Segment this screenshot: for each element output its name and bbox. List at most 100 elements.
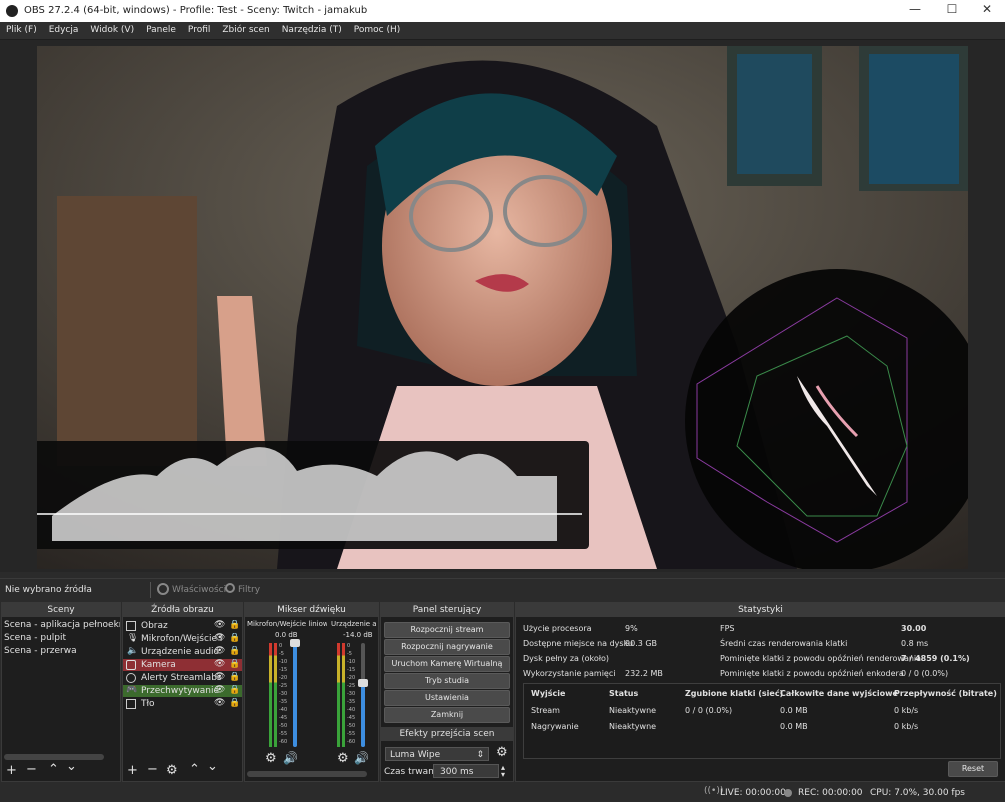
lock-icon[interactable]: 🔒	[229, 646, 240, 657]
volume-fader[interactable]	[358, 643, 368, 747]
move-down-icon[interactable]: ⌄	[66, 759, 77, 774]
source-label: Przechwytywanie	[141, 686, 220, 696]
status-bar: ((•)) LIVE: 00:00:00 REC: 00:00:00 CPU: …	[0, 783, 1005, 802]
start-recording-button[interactable]: Rozpocznij nagrywanie	[384, 639, 510, 655]
close-button[interactable]: ✕	[972, 2, 1002, 20]
menu-edit[interactable]: Edycja	[43, 22, 85, 35]
meter-tick-label: -55	[279, 731, 288, 737]
studio-mode-button[interactable]: Tryb studia	[384, 673, 510, 689]
meter-tick-label: -30	[279, 691, 288, 697]
eye-icon[interactable]: 👁	[214, 646, 225, 657]
mixer-scrollbar[interactable]	[247, 771, 367, 777]
volume-icon[interactable]: 🔊	[354, 751, 369, 765]
lock-icon[interactable]: 🔒	[229, 659, 240, 670]
filters-button[interactable]: Filtry	[238, 585, 260, 595]
gear-icon[interactable]: ⚙	[166, 763, 178, 778]
eye-icon[interactable]: 👁	[214, 672, 225, 683]
table-header: Status	[609, 689, 639, 698]
menu-docks[interactable]: Panele	[140, 22, 182, 35]
scenes-scrollbar[interactable]	[4, 754, 104, 760]
scene-item[interactable]: Scena - pulpit	[4, 632, 66, 644]
stat-label: Średni czas renderowania klatki	[720, 639, 848, 648]
spinner-icon[interactable]: ▴ ▾	[501, 764, 505, 779]
start-streaming-button[interactable]: Rozpocznij stream	[384, 622, 510, 638]
meter-bar	[337, 643, 340, 747]
exit-button[interactable]: Zamknij	[384, 707, 510, 723]
sources-dock: Źródła obrazu Obraz 👁 🔒 🎙 Mikrofon/Wejście …	[122, 602, 243, 782]
start-virtual-camera-button[interactable]: Uruchom Kamerę Wirtualną	[384, 656, 510, 672]
maximize-button[interactable]: ☐	[937, 2, 967, 20]
program-preview[interactable]	[37, 46, 968, 569]
lock-icon[interactable]: 🔒	[229, 672, 240, 683]
volume-icon[interactable]: 🔊	[283, 751, 298, 765]
outputs-table: Wyjście Status Zgubione klatki (sieć) Ca…	[523, 683, 1001, 759]
filter-icon	[225, 583, 235, 593]
meter-tick-label: -10	[347, 659, 356, 665]
title-bar: OBS 27.2.4 (64-bit, windows) - Profile: …	[0, 0, 1005, 22]
sources-title: Źródła obrazu	[123, 603, 242, 617]
scene-item[interactable]: Scena - aplikacja pełnoekranc	[4, 619, 120, 631]
menu-file[interactable]: Plik (F)	[0, 22, 43, 35]
lock-icon[interactable]: 🔒	[229, 698, 240, 709]
table-cell: Stream	[531, 706, 560, 715]
meter-tick-label: -5	[347, 651, 352, 657]
source-row[interactable]: Kamera 👁 🔒	[123, 659, 242, 671]
move-up-icon[interactable]: ⌃	[48, 762, 59, 777]
menu-scene-collection[interactable]: Zbiór scen	[216, 22, 275, 35]
gear-icon[interactable]: ⚙	[337, 751, 349, 766]
source-row[interactable]: Obraz 👁 🔒	[123, 620, 242, 632]
table-cell: 0 kb/s	[894, 722, 919, 731]
eye-icon[interactable]: 👁	[214, 620, 225, 631]
controls-title: Panel sterujący	[381, 603, 513, 617]
source-row[interactable]: Tło 👁 🔒	[123, 698, 242, 710]
remove-source-icon[interactable]: −	[147, 762, 158, 777]
move-down-icon[interactable]: ⌄	[207, 759, 218, 774]
reset-button[interactable]: Reset	[948, 761, 998, 777]
stat-value: 7 / 4859 (0.1%)	[901, 654, 970, 663]
lock-icon[interactable]: 🔒	[229, 685, 240, 696]
menu-help[interactable]: Pomoc (H)	[348, 22, 407, 35]
menu-view[interactable]: Widok (V)	[84, 22, 140, 35]
menu-tools[interactable]: Narzędzia (T)	[276, 22, 348, 35]
table-cell: 0 / 0 (0.0%)	[685, 706, 733, 715]
eye-icon[interactable]: 👁	[214, 698, 225, 709]
meter-tick-label: -25	[347, 683, 356, 689]
meter-tick-label: -45	[279, 715, 288, 721]
source-row[interactable]: 🎮 Przechwytywanie 👁 🔒	[123, 685, 242, 697]
duration-input[interactable]: 300 ms	[433, 764, 499, 778]
minimize-button[interactable]: —	[900, 2, 930, 20]
stat-label: Wykorzystanie pamięci	[523, 669, 616, 678]
meter-tick-label: -20	[347, 675, 356, 681]
eye-icon[interactable]: 👁	[214, 659, 225, 670]
mixer-channel-name: Mikrofon/Wejście liniowe	[247, 620, 327, 628]
source-row[interactable]: 🔈 Urządzenie audio 👁 🔒	[123, 646, 242, 658]
preview-image	[37, 46, 968, 569]
gear-icon[interactable]: ⚙	[265, 751, 277, 766]
lock-icon[interactable]: 🔒	[229, 633, 240, 644]
source-label: Urządzenie audio	[141, 647, 220, 657]
eye-icon[interactable]: 👁	[214, 633, 225, 644]
eye-icon[interactable]: 👁	[214, 685, 225, 696]
gear-icon[interactable]: ⚙	[496, 745, 508, 760]
meter-tick-label: -60	[347, 739, 356, 745]
source-label: Tło	[141, 699, 155, 709]
transition-select[interactable]: Luma Wipe ⇕	[385, 747, 489, 761]
source-row[interactable]: Alerty Streamlabs 👁 🔒	[123, 672, 242, 684]
table-cell: Nieaktywne	[609, 706, 657, 715]
add-source-icon[interactable]: +	[127, 763, 138, 778]
move-up-icon[interactable]: ⌃	[189, 762, 200, 777]
table-header: Całkowite dane wyjściowe	[780, 689, 898, 698]
volume-fader[interactable]	[290, 639, 300, 747]
source-row[interactable]: 🎙 Mikrofon/Wejście l 👁 🔒	[123, 633, 242, 645]
remove-scene-icon[interactable]: −	[26, 762, 37, 777]
add-scene-icon[interactable]: +	[6, 763, 17, 778]
lock-icon[interactable]: 🔒	[229, 620, 240, 631]
audio-mixer-dock: Mikser dźwięku Mikrofon/Wejście liniowe …	[244, 602, 379, 782]
properties-button[interactable]: Właściwości	[172, 585, 226, 595]
settings-button[interactable]: Ustawienia	[384, 690, 510, 706]
divider	[150, 582, 151, 598]
sources-toolbar: + − ⚙ ⌃ ⌄	[123, 759, 242, 781]
scene-item[interactable]: Scena - przerwa	[4, 645, 77, 657]
menu-profile[interactable]: Profil	[182, 22, 216, 35]
mixer-channel-db: -14.0 dB	[343, 631, 373, 639]
